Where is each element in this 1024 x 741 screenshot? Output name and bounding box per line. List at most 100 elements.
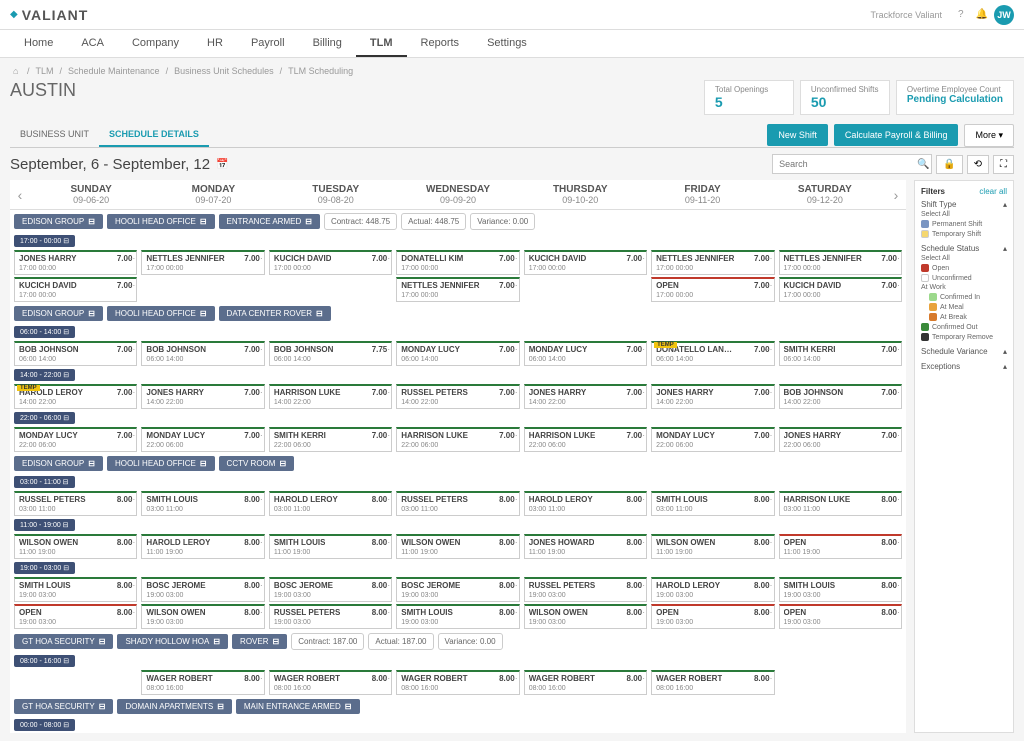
shift-menu-icon[interactable]: ⋯ (509, 537, 518, 548)
group-tag[interactable]: EDISON GROUP ⊟ (14, 306, 103, 321)
new-shift-button[interactable]: New Shift (767, 124, 828, 146)
shift-menu-icon[interactable]: ⋯ (126, 494, 135, 505)
shift-menu-icon[interactable]: ⋯ (509, 607, 518, 618)
shift-menu-icon[interactable]: ⋯ (764, 537, 773, 548)
shift-card[interactable]: ⋯ JONES HARRY 7.00 14:00 22:00 (651, 384, 774, 409)
shift-menu-icon[interactable]: ⋯ (636, 494, 645, 505)
shift-menu-icon[interactable]: ⋯ (764, 607, 773, 618)
refresh-button[interactable]: ⟲ (967, 155, 989, 174)
shift-card[interactable]: ⋯ BOB JOHNSON 7.00 06:00 14:00 (141, 341, 264, 366)
breadcrumb-item[interactable]: Schedule Maintenance (68, 66, 160, 76)
shift-card[interactable]: ⋯ SMITH LOUIS 8.00 11:00 19:00 (269, 534, 392, 559)
shift-card[interactable]: ⋯ WILSON OWEN 8.00 11:00 19:00 (651, 534, 774, 559)
shift-card[interactable]: ⋯ SMITH LOUIS 8.00 19:00 03:00 (14, 577, 137, 602)
shift-menu-icon[interactable]: ⋯ (891, 537, 900, 548)
filter-item[interactable]: Open (921, 264, 1007, 272)
shift-card[interactable]: ⋯ KUCICH DAVID 7.00 17:00 00:00 (779, 277, 902, 302)
shift-card[interactable]: ⋯ HARRISON LUKE 7.00 14:00 22:00 (269, 384, 392, 409)
select-all-link[interactable]: Select All (921, 211, 1007, 218)
shift-menu-icon[interactable]: ⋯ (764, 430, 773, 441)
shift-menu-icon[interactable]: ⋯ (381, 344, 390, 355)
shift-menu-icon[interactable]: ⋯ (636, 673, 645, 684)
filter-item[interactable]: At Work (921, 284, 1007, 291)
nav-hr[interactable]: HR (193, 30, 237, 57)
shift-menu-icon[interactable]: ⋯ (891, 280, 900, 291)
shift-menu-icon[interactable]: ⋯ (254, 344, 263, 355)
shift-card[interactable]: ⋯ MONDAY LUCY 7.00 06:00 14:00 (396, 341, 519, 366)
collapse-icon[interactable]: ⊟ (88, 309, 95, 318)
collapse-icon[interactable]: ⊟ (99, 702, 106, 711)
shift-menu-icon[interactable]: ⋯ (891, 607, 900, 618)
shift-card[interactable]: ⋯ JONES HOWARD 8.00 11:00 19:00 (524, 534, 647, 559)
breadcrumb-item[interactable]: TLM (35, 66, 53, 76)
shift-card[interactable]: ⋯ BOB JOHNSON 7.00 06:00 14:00 (14, 341, 137, 366)
shift-card[interactable]: ⋯ HARRISON LUKE 7.00 22:00 06:00 (396, 427, 519, 452)
shift-menu-icon[interactable]: ⋯ (891, 580, 900, 591)
shift-card[interactable]: ⋯ RUSSEL PETERS 8.00 03:00 11:00 (14, 491, 137, 516)
group-tag[interactable]: DATA CENTER ROVER ⊟ (219, 306, 331, 321)
time-slot-pill[interactable]: 14:00 - 22:00 ⊟ (14, 369, 75, 381)
lock-button[interactable]: 🔒 (936, 155, 962, 174)
filter-item[interactable]: Permanent Shift (921, 220, 1007, 228)
shift-card[interactable]: ⋯ MONDAY LUCY 7.00 06:00 14:00 (524, 341, 647, 366)
shift-menu-icon[interactable]: ⋯ (126, 253, 135, 264)
collapse-icon[interactable]: ⊟ (213, 637, 220, 646)
shift-card[interactable]: ⋯ WAGER ROBERT 8.00 08:00 16:00 (141, 670, 264, 695)
shift-card[interactable]: ⋯ RUSSEL PETERS 8.00 19:00 03:00 (524, 577, 647, 602)
shift-card[interactable]: ⋯ WILSON OWEN 8.00 19:00 03:00 (141, 604, 264, 629)
shift-menu-icon[interactable]: ⋯ (509, 253, 518, 264)
shift-card[interactable]: ⋯ NETTLES JENNIFER 7.00 17:00 00:00 (779, 250, 902, 275)
shift-menu-icon[interactable]: ⋯ (381, 537, 390, 548)
time-slot-pill[interactable]: 11:00 - 19:00 ⊟ (14, 519, 75, 531)
shift-menu-icon[interactable]: ⋯ (254, 494, 263, 505)
shift-card[interactable]: ⋯ JONES HARRY 7.00 22:00 06:00 (779, 427, 902, 452)
shift-menu-icon[interactable]: ⋯ (254, 537, 263, 548)
shift-menu-icon[interactable]: ⋯ (126, 280, 135, 291)
calculate-payroll-button[interactable]: Calculate Payroll & Billing (834, 124, 959, 146)
shift-card[interactable]: ⋯ NETTLES JENNIFER 7.00 17:00 00:00 (651, 250, 774, 275)
collapse-icon[interactable]: ⊟ (200, 309, 207, 318)
shift-menu-icon[interactable]: ⋯ (381, 494, 390, 505)
collapse-icon[interactable]: ⊟ (273, 637, 280, 646)
shift-card[interactable]: ⋯ OPEN 8.00 11:00 19:00 (779, 534, 902, 559)
shift-card[interactable]: ⋯ HAROLD LEROY 7.00 14:00 22:00 (14, 384, 137, 409)
collapse-icon[interactable]: ⊟ (88, 459, 95, 468)
shift-menu-icon[interactable]: ⋯ (764, 580, 773, 591)
time-slot-pill[interactable]: 17:00 - 00:00 ⊟ (14, 235, 75, 247)
shift-card[interactable]: ⋯ HAROLD LEROY 8.00 19:00 03:00 (651, 577, 774, 602)
shift-menu-icon[interactable]: ⋯ (764, 344, 773, 355)
shift-card[interactable]: ⋯ HARRISON LUKE 7.00 22:00 06:00 (524, 427, 647, 452)
shift-menu-icon[interactable]: ⋯ (764, 253, 773, 264)
filter-item[interactable]: At Meal (921, 303, 1007, 311)
shift-card[interactable]: ⋯ KUCICH DAVID 7.00 17:00 00:00 (269, 250, 392, 275)
nav-settings[interactable]: Settings (473, 30, 541, 57)
shift-menu-icon[interactable]: ⋯ (636, 387, 645, 398)
shift-menu-icon[interactable]: ⋯ (891, 253, 900, 264)
shift-menu-icon[interactable]: ⋯ (126, 387, 135, 398)
shift-card[interactable]: ⋯ RUSSEL PETERS 8.00 03:00 11:00 (396, 491, 519, 516)
shift-card[interactable]: ⋯ KUCICH DAVID 7.00 17:00 00:00 (14, 277, 137, 302)
shift-card[interactable]: ⋯ SMITH KERRI 7.00 06:00 14:00 (779, 341, 902, 366)
nav-company[interactable]: Company (118, 30, 193, 57)
group-tag[interactable]: EDISON GROUP ⊟ (14, 456, 103, 471)
bell-icon[interactable]: 🔔 (976, 9, 988, 20)
collapse-icon[interactable]: ⊟ (305, 217, 312, 226)
shift-card[interactable]: ⋯ JONES HARRY 7.00 14:00 22:00 (141, 384, 264, 409)
filter-item[interactable]: Temporary Remove (921, 333, 1007, 341)
shift-menu-icon[interactable]: ⋯ (509, 430, 518, 441)
group-tag[interactable]: MAIN ENTRANCE ARMED ⊟ (236, 699, 360, 714)
shift-menu-icon[interactable]: ⋯ (636, 344, 645, 355)
shift-menu-icon[interactable]: ⋯ (381, 673, 390, 684)
shift-menu-icon[interactable]: ⋯ (891, 387, 900, 398)
group-tag[interactable]: HOOLI HEAD OFFICE ⊟ (107, 306, 215, 321)
shift-card[interactable]: ⋯ MONDAY LUCY 7.00 22:00 06:00 (14, 427, 137, 452)
shift-menu-icon[interactable]: ⋯ (126, 607, 135, 618)
shift-card[interactable]: ⋯ WAGER ROBERT 8.00 08:00 16:00 (396, 670, 519, 695)
collapse-icon[interactable]: ⊟ (200, 217, 207, 226)
group-tag[interactable]: HOOLI HEAD OFFICE ⊟ (107, 214, 215, 229)
shift-card[interactable]: ⋯ BOSC JEROME 8.00 19:00 03:00 (269, 577, 392, 602)
shift-card[interactable]: ⋯ OPEN 8.00 19:00 03:00 (14, 604, 137, 629)
shift-card[interactable]: ⋯ SMITH LOUIS 8.00 03:00 11:00 (141, 491, 264, 516)
group-tag[interactable]: HOOLI HEAD OFFICE ⊟ (107, 456, 215, 471)
filter-item[interactable]: Unconfirmed (921, 274, 1007, 282)
